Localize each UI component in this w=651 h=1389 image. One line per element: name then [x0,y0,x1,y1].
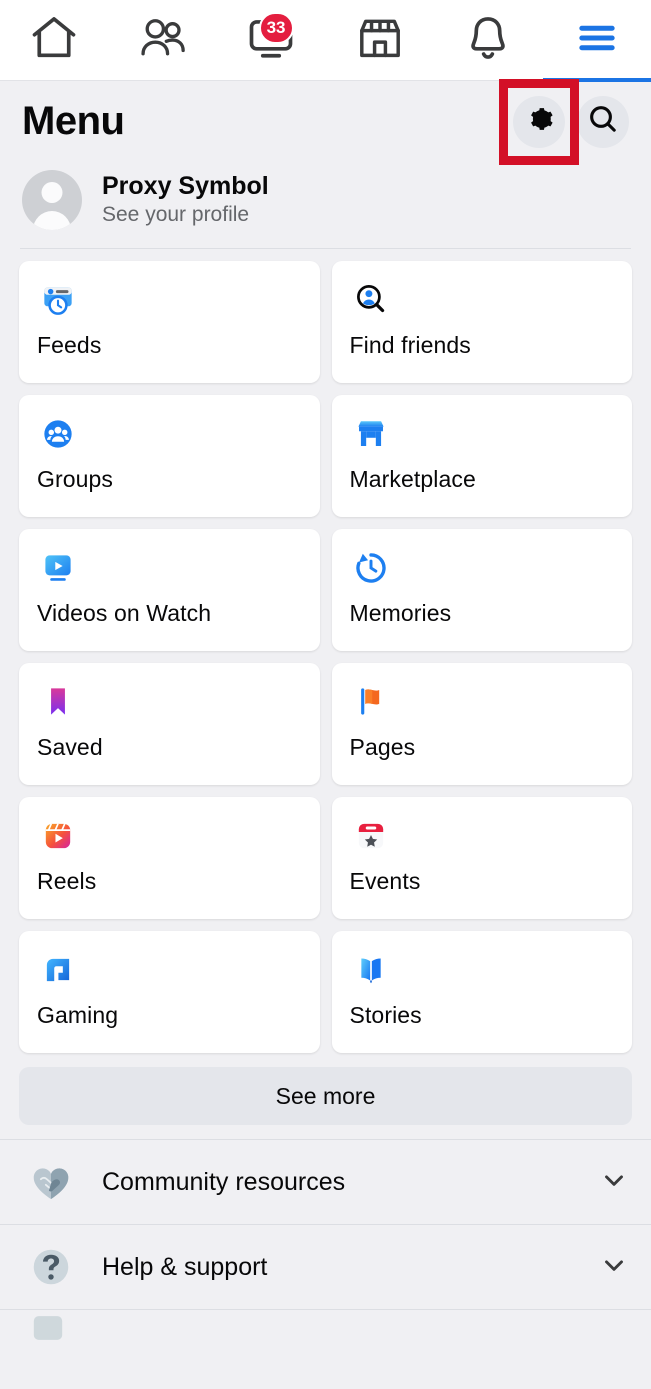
menu-tile-label: Find friends [349,332,471,358]
saved-icon [37,679,302,725]
profile-row[interactable]: Proxy Symbol See your profile [0,162,651,248]
section-label: Community resources [102,1167,346,1196]
partial-section-icon [22,1310,74,1350]
question-circle-icon [22,1241,80,1293]
settings-button[interactable] [499,78,579,165]
nav-tab-menu[interactable] [542,0,651,82]
menu-tile-label: Reels [37,868,97,894]
menu-tile-find-friends[interactable]: Find friends [331,261,632,383]
header-actions [499,78,629,165]
video-unread-badge: 33 [258,11,294,44]
search-button[interactable] [577,95,629,148]
gear-icon [522,102,556,141]
hamburger-icon [571,12,623,69]
search-icon [586,102,620,141]
menu-tile-label: Memories [349,600,452,626]
section-row-partial[interactable] [0,1310,651,1350]
see-more-button[interactable]: See more [19,1067,632,1125]
default-avatar-icon [22,170,82,230]
facebook-menu-screen: 33 Menu Proxy Symbol See your profile Fe… [0,0,651,1389]
menu-tile-label: Marketplace [349,466,476,492]
menu-tile-marketplace[interactable]: Marketplace [331,395,632,517]
nav-tab-video[interactable]: 33 [217,0,326,81]
menu-tile-label: Gaming [37,1002,119,1028]
menu-tile-label: Groups [37,466,114,492]
reels-icon [37,813,302,859]
menu-tile-gaming[interactable]: Gaming [19,931,320,1053]
page-title: Menu [22,99,125,143]
profile-text: Proxy Symbol See your profile [102,172,269,228]
handshake-heart-icon [22,1156,80,1208]
top-navigation-bar: 33 [0,0,651,82]
menu-tile-saved[interactable]: Saved [19,663,320,785]
menu-tile-memories[interactable]: Memories [331,529,632,651]
settings-button-bg [513,95,565,148]
chevron-down-icon[interactable] [599,1165,629,1200]
pages-icon [350,679,615,725]
menu-tile-feeds[interactable]: Feeds [19,261,320,383]
menu-tile-label: Stories [349,1002,422,1028]
menu-header: Menu [0,78,651,165]
menu-tile-pages[interactable]: Pages [331,663,632,785]
section-label: Help & support [102,1252,268,1281]
memories-icon [350,545,615,591]
events-icon [350,813,615,859]
menu-tile-label: Feeds [37,332,102,358]
home-icon [28,12,80,69]
marketplace-icon [354,12,406,69]
menu-tile-label: Pages [349,734,416,760]
nav-tab-friends[interactable] [109,0,218,81]
menu-tile-grid: Feeds Find friends Groups Marketplace Vi… [0,249,651,1053]
nav-tab-home[interactable] [0,0,109,81]
chevron-down-icon[interactable] [599,1250,629,1285]
menu-tile-label: Events [349,868,421,894]
feeds-icon [37,277,302,323]
menu-tile-groups[interactable]: Groups [19,395,320,517]
profile-name: Proxy Symbol [102,172,269,201]
bell-icon [462,12,514,69]
stories-icon [350,947,615,993]
videos-on-watch-icon [37,545,302,591]
section-row-community-resources[interactable]: Community resources [0,1140,651,1225]
menu-tile-reels[interactable]: Reels [19,797,320,919]
see-more-wrap: See more [0,1053,651,1139]
profile-subtitle: See your profile [102,202,250,226]
menu-tile-videos-on-watch[interactable]: Videos on Watch [19,529,320,651]
groups-icon [37,411,302,457]
marketplace-icon [350,411,615,457]
menu-tile-stories[interactable]: Stories [331,931,632,1053]
menu-tile-label: Videos on Watch [37,600,212,626]
section-row-help-support[interactable]: Help & support [0,1225,651,1310]
menu-tile-label: Saved [37,734,103,760]
friends-icon [136,11,190,70]
find-friends-icon [350,277,615,323]
nav-tab-notifications[interactable] [434,0,543,81]
menu-tile-events[interactable]: Events [331,797,632,919]
gaming-icon [37,947,302,993]
nav-tab-marketplace[interactable] [326,0,435,81]
